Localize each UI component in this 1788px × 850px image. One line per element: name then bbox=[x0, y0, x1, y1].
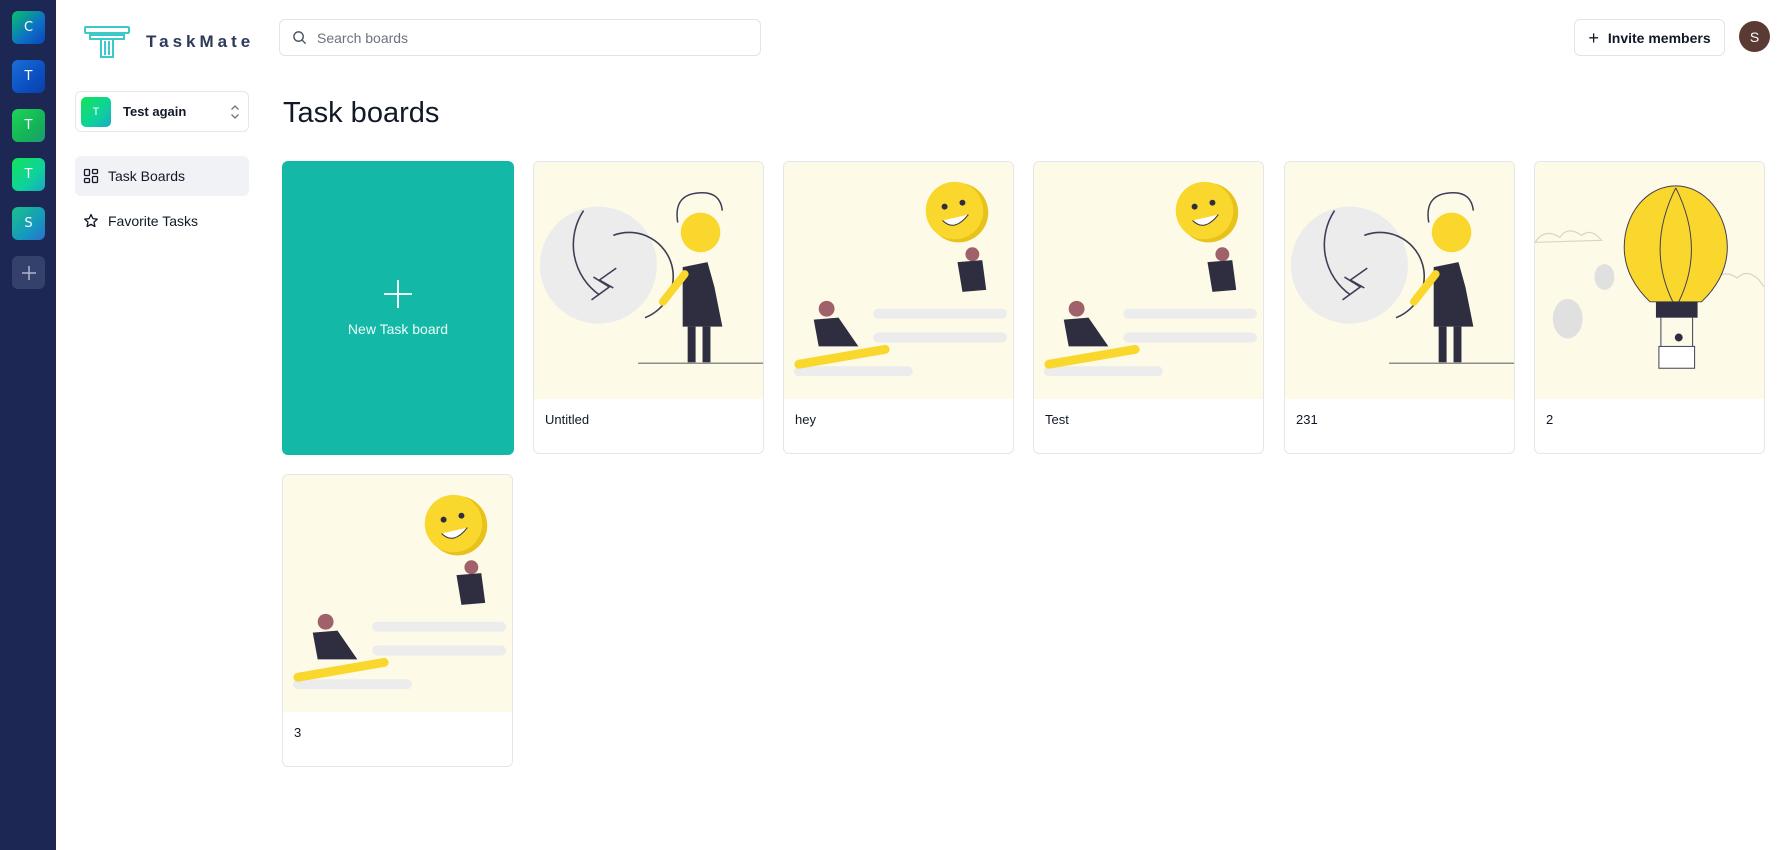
invite-members-button[interactable]: + Invite members bbox=[1574, 19, 1725, 56]
board-thumbnail bbox=[784, 162, 1013, 399]
org-rail: C T T T S bbox=[0, 0, 56, 850]
app-name: TaskMate bbox=[146, 32, 255, 51]
board-card[interactable]: 231 bbox=[1284, 161, 1515, 454]
hot-air-balloon-illustration bbox=[1535, 185, 1764, 369]
new-board-button[interactable]: New Task board bbox=[282, 161, 514, 455]
org-switch-button[interactable]: T bbox=[12, 109, 45, 142]
grid-icon bbox=[83, 168, 99, 184]
board-thumbnail bbox=[283, 475, 512, 712]
org-initial: T bbox=[24, 167, 33, 182]
board-thumbnail bbox=[1034, 162, 1263, 399]
user-avatar[interactable]: S bbox=[1739, 21, 1770, 52]
plus-icon bbox=[21, 265, 36, 280]
smiley-balloon-illustration bbox=[292, 494, 507, 690]
org-switcher[interactable]: T Test again bbox=[75, 91, 249, 132]
org-avatar: T bbox=[81, 96, 111, 127]
org-avatar-initial: T bbox=[92, 105, 100, 118]
search-input[interactable] bbox=[317, 29, 737, 46]
board-card[interactable]: 3 bbox=[282, 474, 513, 767]
sidebar: TaskMate T Test again Task Boards Favori… bbox=[56, 0, 262, 850]
board-title: 3 bbox=[294, 725, 302, 740]
add-org-button[interactable] bbox=[12, 256, 45, 289]
board-thumbnail bbox=[534, 162, 763, 399]
circle-arrows-illustration bbox=[539, 192, 763, 365]
sidebar-item-favorite-tasks[interactable]: Favorite Tasks bbox=[75, 201, 249, 241]
new-board-label: New Task board bbox=[347, 321, 449, 337]
sidebar-item-label: Favorite Tasks bbox=[108, 213, 198, 229]
org-name: Test again bbox=[123, 104, 187, 119]
circle-arrows-illustration bbox=[1290, 192, 1514, 365]
org-initial: C bbox=[23, 20, 34, 35]
plus-icon bbox=[384, 280, 412, 308]
board-title: Test bbox=[1045, 412, 1069, 427]
sidebar-item-label: Task Boards bbox=[108, 168, 186, 184]
org-switch-button[interactable]: S bbox=[12, 207, 45, 240]
chevron-up-down-icon bbox=[231, 105, 239, 119]
board-title: 2 bbox=[1546, 412, 1554, 427]
page-title: Task boards bbox=[283, 97, 440, 129]
board-card[interactable]: hey bbox=[783, 161, 1014, 454]
board-card[interactable]: 2 bbox=[1534, 161, 1765, 454]
taskmate-logo-icon bbox=[84, 26, 130, 58]
plus-icon: + bbox=[1588, 27, 1599, 48]
user-initial: S bbox=[1749, 28, 1760, 45]
star-icon bbox=[84, 213, 98, 228]
board-title: Untitled bbox=[545, 412, 590, 427]
sidebar-item-task-boards[interactable]: Task Boards bbox=[75, 156, 249, 196]
org-switch-button[interactable]: T bbox=[12, 158, 45, 191]
org-initial: S bbox=[24, 216, 33, 231]
board-card[interactable]: Test bbox=[1033, 161, 1264, 454]
org-switch-button[interactable]: T bbox=[12, 60, 45, 93]
invite-members-label: Invite members bbox=[1607, 29, 1711, 46]
smiley-balloon-illustration bbox=[793, 181, 1008, 377]
org-switch-button[interactable]: C bbox=[12, 11, 45, 44]
board-title: 231 bbox=[1296, 412, 1318, 427]
board-title: hey bbox=[795, 412, 816, 427]
org-initial: T bbox=[24, 69, 33, 84]
board-card[interactable]: Untitled bbox=[533, 161, 764, 454]
board-thumbnail bbox=[1285, 162, 1514, 399]
smiley-balloon-illustration bbox=[1043, 181, 1258, 377]
board-thumbnail bbox=[1535, 162, 1764, 399]
search-bar[interactable] bbox=[279, 19, 761, 56]
org-initial: T bbox=[24, 118, 33, 133]
search-icon bbox=[293, 31, 307, 45]
app-logo[interactable]: TaskMate bbox=[84, 26, 254, 58]
